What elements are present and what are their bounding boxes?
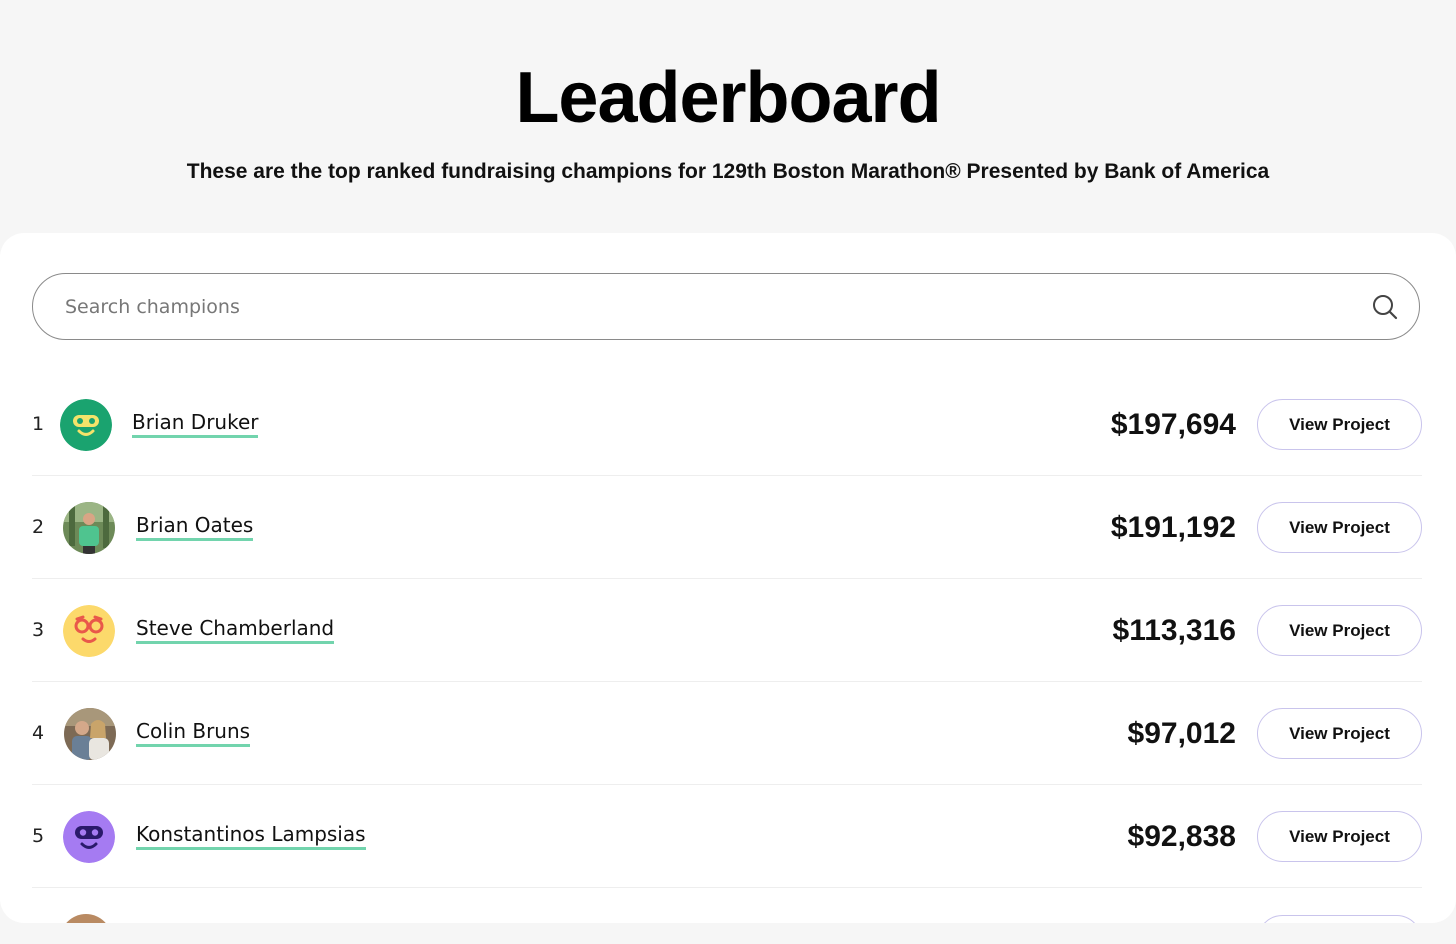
amount-raised: $191,192 (1110, 511, 1236, 544)
leaderboard-row: 2 Brian Oates $191,192 View Project (32, 476, 1422, 579)
purple-face-icon (63, 811, 115, 863)
search-icon[interactable] (1371, 293, 1399, 321)
amount-raised: $92,838 (1127, 820, 1236, 853)
view-project-button[interactable]: View Project (1257, 502, 1422, 553)
view-project-button[interactable] (1257, 915, 1422, 923)
view-project-button[interactable]: View Project (1257, 399, 1422, 450)
leaderboard-row: 3 Steve Chamberland $113,316 View Projec… (32, 579, 1422, 682)
rank-number: 3 (32, 619, 45, 641)
view-project-button[interactable]: View Project (1257, 811, 1422, 862)
green-face-icon (60, 399, 112, 451)
rank-number: 4 (32, 722, 45, 744)
champion-name-link[interactable]: Brian Druker (132, 410, 259, 438)
rank-number: 5 (32, 825, 45, 847)
leaderboard-row: 5 Konstantinos Lampsias $92,838 View Pro… (32, 785, 1422, 888)
rank-number: 2 (32, 516, 45, 538)
page-title: Leaderboard (515, 58, 941, 138)
amount-raised: $113,316 (1112, 614, 1236, 647)
user-photo-avatar (63, 502, 115, 554)
page-header: Leaderboard These are the top ranked fun… (0, 0, 1456, 184)
user-photo-avatar (64, 708, 116, 760)
leaderboard-row: 4 Colin Bruns $97,012 View Project (32, 682, 1422, 785)
amount-raised: $197,694 (1110, 408, 1236, 441)
champion-name-link[interactable]: Brian Oates (136, 513, 254, 541)
yellow-face-icon (63, 605, 115, 657)
search-input[interactable] (63, 294, 1317, 319)
view-project-button[interactable]: View Project (1257, 605, 1422, 656)
champion-name-link[interactable]: Konstantinos Lampsias (136, 822, 366, 850)
rank-number: 1 (32, 413, 45, 435)
champion-name-link[interactable]: Steve Chamberland (136, 616, 335, 644)
leaderboard-row: 1 Brian Druker $197,694 View Project (32, 373, 1422, 476)
page-subtitle: These are the top ranked fundraising cha… (186, 160, 1270, 183)
user-photo-avatar (60, 914, 112, 923)
champion-name-link[interactable]: Colin Bruns (136, 719, 251, 747)
search-bar (32, 273, 1420, 340)
view-project-button[interactable]: View Project (1257, 708, 1422, 759)
leaderboard-card: 1 Brian Druker $197,694 View Project 2 (0, 233, 1456, 923)
amount-raised: $97,012 (1127, 717, 1236, 750)
